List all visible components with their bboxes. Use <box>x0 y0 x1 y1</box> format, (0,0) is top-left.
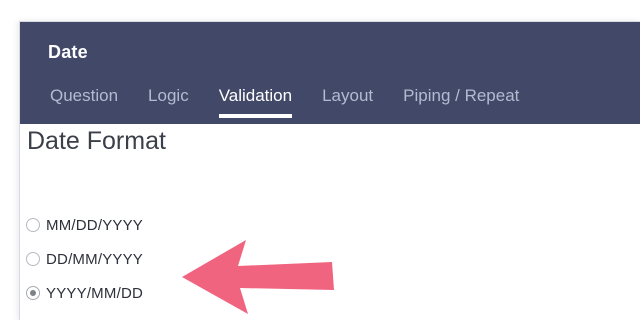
tab-logic[interactable]: Logic <box>148 86 189 118</box>
date-format-heading: Date Format <box>27 127 166 155</box>
arrow-left-icon <box>182 240 334 314</box>
screenshot-stage: Date Question Logic Validation Layout Pi… <box>0 0 640 320</box>
tab-layout[interactable]: Layout <box>322 86 373 118</box>
date-format-option-dd-mm-yyyy[interactable]: DD/MM/YYYY <box>26 242 143 276</box>
dialog-header: Date Question Logic Validation Layout Pi… <box>20 22 640 124</box>
radio-button[interactable] <box>26 252 40 266</box>
radio-button-selected[interactable] <box>26 286 40 300</box>
arrow-shape <box>182 240 334 314</box>
option-label: YYYY/MM/DD <box>46 284 144 302</box>
tab-validation[interactable]: Validation <box>218 86 293 118</box>
dialog-title: Date <box>48 42 88 62</box>
option-label: DD/MM/YYYY <box>46 250 144 268</box>
tab-piping-repeat[interactable]: Piping / Repeat <box>403 86 519 118</box>
tab-bar: Question Logic Validation Layout Piping … <box>50 86 549 124</box>
tab-question[interactable]: Question <box>50 86 118 118</box>
date-format-options: MM/DD/YYYY DD/MM/YYYY YYYY/MM/DD <box>26 208 143 310</box>
option-label: MM/DD/YYYY <box>46 216 144 234</box>
radio-button[interactable] <box>26 218 40 232</box>
date-format-option-yyyy-mm-dd[interactable]: YYYY/MM/DD <box>26 276 143 310</box>
date-format-option-mm-dd-yyyy[interactable]: MM/DD/YYYY <box>26 208 143 242</box>
